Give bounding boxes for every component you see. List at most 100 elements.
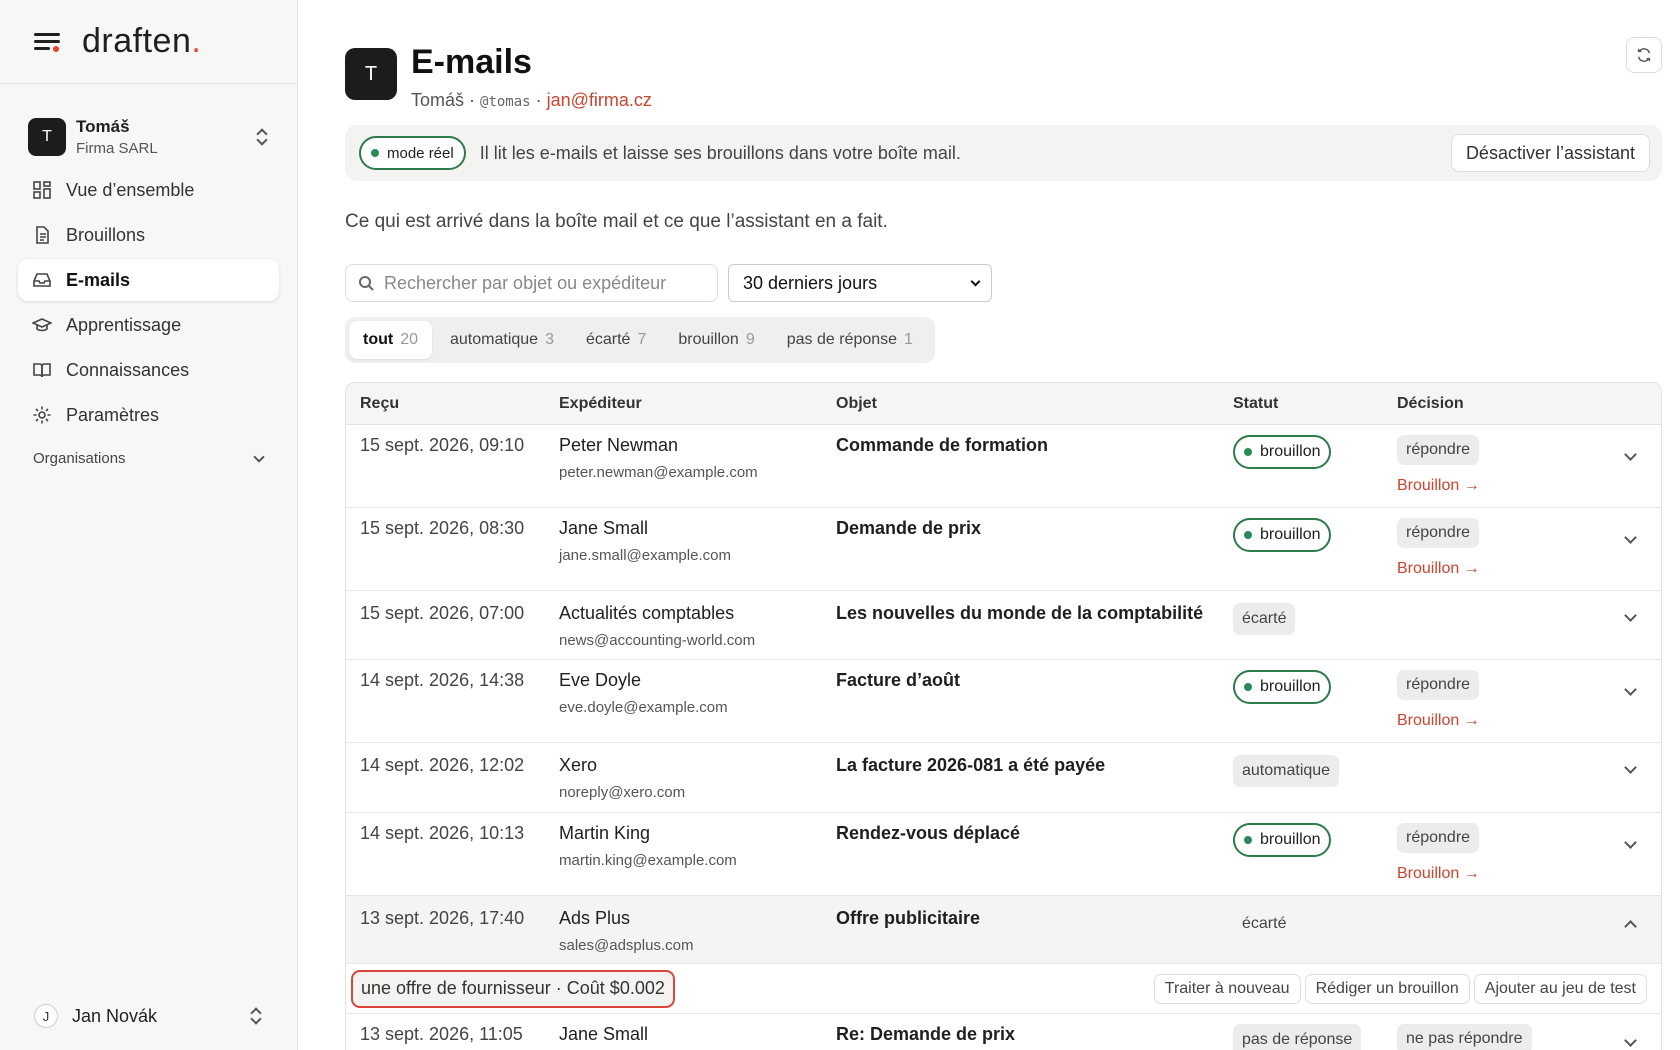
sidebar-item-emails[interactable]: E-mails	[18, 259, 279, 301]
received-date: 15 sept. 2026, 09:10	[360, 435, 525, 455]
org-company: Firma SARL	[76, 140, 158, 157]
table-row[interactable]: 13 sept. 2026, 11:05 Jane Small Re: Dema…	[346, 1014, 1661, 1050]
table-row[interactable]: 15 sept. 2026, 08:30 Jane Small jane.smal…	[346, 508, 1661, 591]
account-handle: @tomas	[480, 94, 531, 110]
period-value: 30 derniers jours	[743, 272, 878, 293]
status-badge: brouillon	[1233, 518, 1332, 552]
sidebar-item-drafts[interactable]: Brouillons	[18, 214, 279, 256]
sender-name: Jane Small	[559, 1024, 649, 1044]
account-avatar: T	[345, 48, 397, 100]
chevron-down-icon[interactable]	[1624, 836, 1637, 849]
tab-label: tout	[363, 331, 394, 348]
chevron-down-icon	[253, 450, 265, 463]
email-subject: Re: Demande de prix	[836, 1024, 1016, 1044]
status-label: brouillon	[1260, 678, 1321, 695]
draft-link[interactable]: Brouillon →	[1397, 560, 1587, 578]
received-date: 14 sept. 2026, 10:13	[360, 823, 525, 843]
sidebar: draften. T Tomáš Firma SARL Vue d’ensemb…	[0, 0, 298, 1050]
account-email[interactable]: jan@firma.cz	[547, 90, 652, 110]
sidebar-item-overview[interactable]: Vue d’ensemble	[18, 169, 279, 211]
tab-count: 3	[545, 331, 554, 348]
status-dot	[1244, 448, 1252, 456]
sidebar-item-label: Apprentissage	[66, 314, 182, 335]
reprocess-button[interactable]: Traiter à nouveau	[1153, 973, 1301, 1004]
sidebar-item-label: Brouillons	[66, 224, 146, 245]
sidebar-item-settings[interactable]: Paramètres	[18, 394, 279, 436]
status-label: brouillon	[1260, 526, 1321, 543]
email-subject: Les nouvelles du monde de la comptabilit…	[836, 603, 1204, 623]
tab-count: 9	[745, 331, 755, 348]
tab-no-reply[interactable]: pas de réponse 1	[773, 321, 927, 359]
email-subject: Demande de prix	[836, 518, 982, 538]
menu-icon[interactable]	[34, 31, 60, 53]
column-header-decision[interactable]: Décision	[1397, 395, 1587, 413]
column-header-received[interactable]: Reçu	[346, 395, 559, 413]
org-name: Tomáš	[76, 117, 130, 136]
table-row[interactable]: 15 sept. 2026, 09:10 Peter Newman peter.n…	[346, 425, 1661, 508]
table-row[interactable]: 14 sept. 2026, 14:38 Eve Doyle eve.doyle@…	[346, 660, 1661, 743]
inbox-icon	[32, 270, 52, 290]
tab-dismissed[interactable]: écarté 7	[572, 321, 660, 359]
table-row[interactable]: 15 sept. 2026, 07:00 Actualités comptabl…	[346, 591, 1661, 660]
user-switcher[interactable]: J Jan Novák	[34, 1004, 263, 1028]
tab-automatic[interactable]: automatique 3	[436, 321, 568, 359]
email-subject: La facture 2026-081 a été payée	[836, 755, 1106, 775]
chevron-down-icon[interactable]	[1624, 683, 1637, 696]
add-to-test-set-button[interactable]: Ajouter au jeu de test	[1473, 973, 1647, 1004]
table-row[interactable]: 13 sept. 2026, 17:40 Ads Plus sales@adspl…	[346, 896, 1661, 964]
sidebar-item-label: Connaissances	[66, 359, 190, 380]
organisations-section[interactable]: Organisations	[0, 450, 297, 467]
brand-bar: draften.	[0, 0, 297, 84]
sidebar-item-knowledge[interactable]: Connaissances	[18, 349, 279, 391]
column-header-status[interactable]: Statut	[1233, 395, 1397, 413]
graduation-cap-icon	[32, 315, 52, 335]
live-mode-badge: mode réel	[359, 136, 466, 170]
chevron-up-down-icon	[255, 127, 269, 147]
org-switcher[interactable]: T Tomáš Firma SARL	[0, 115, 297, 159]
status-tabs: tout 20 automatique 3 écarté 7 brouillon 9 p…	[345, 317, 935, 363]
period-select[interactable]: 30 derniers jours	[728, 264, 992, 302]
grid-icon	[32, 180, 52, 200]
sidebar-item-label: Vue d’ensemble	[66, 179, 195, 200]
sender-name: Peter Newman	[559, 435, 679, 455]
chevron-up-icon[interactable]	[1624, 920, 1637, 933]
sidebar-item-learning[interactable]: Apprentissage	[18, 304, 279, 346]
main-content: T E-mails Tomáš · @tomas · jan@firma.cz …	[298, 0, 1680, 1050]
row-detail: une offre de fournisseur · Coût $0.002 T…	[346, 964, 1661, 1014]
sender-name: Ads Plus	[559, 908, 631, 928]
disable-assistant-button[interactable]: Désactiver l’assistant	[1450, 134, 1650, 172]
page-header: T E-mails Tomáš · @tomas · jan@firma.cz	[345, 44, 652, 111]
table-row[interactable]: 14 sept. 2026, 10:13 Martin King martin.k…	[346, 813, 1661, 896]
sidebar-item-label: Paramètres	[66, 404, 160, 425]
search-placeholder: Rechercher par objet ou expéditeur	[384, 272, 667, 293]
chevron-up-down-icon	[249, 1006, 263, 1026]
chevron-down-icon[interactable]	[1624, 448, 1637, 461]
search-input[interactable]: Rechercher par objet ou expéditeur	[345, 264, 718, 302]
draft-link[interactable]: Brouillon →	[1397, 712, 1587, 730]
chevron-down-icon[interactable]	[1624, 531, 1637, 544]
column-header-sender[interactable]: Expéditeur	[559, 395, 836, 413]
draft-link[interactable]: Brouillon →	[1397, 477, 1587, 495]
table-row[interactable]: 14 sept. 2026, 12:02 Xero noreply@xero.co…	[346, 743, 1661, 813]
tab-all[interactable]: tout 20	[349, 321, 432, 359]
refresh-button[interactable]	[1626, 37, 1662, 73]
chevron-down-icon[interactable]	[1624, 761, 1637, 774]
status-dot	[371, 149, 379, 157]
table-header: Reçu Expéditeur Objet Statut Décision	[346, 383, 1661, 425]
meta-separator: ·	[530, 90, 547, 110]
banner-text: Il lit les e-mails et laisse ses brouill…	[479, 142, 961, 163]
status-badge: brouillon	[1233, 823, 1332, 857]
chevron-down-icon[interactable]	[1624, 1034, 1637, 1047]
column-header-subject[interactable]: Objet	[836, 395, 1233, 413]
app-logo[interactable]: draften.	[82, 22, 201, 61]
draft-link[interactable]: Brouillon →	[1397, 865, 1587, 883]
status-badge: écarté	[1233, 603, 1296, 635]
tab-count: 1	[904, 331, 913, 348]
sender-email: martin.king@example.com	[559, 852, 737, 869]
user-name: Jan Novák	[72, 1005, 158, 1026]
received-date: 14 sept. 2026, 14:38	[360, 670, 525, 690]
tab-label: brouillon	[678, 331, 739, 348]
chevron-down-icon[interactable]	[1624, 609, 1637, 622]
tab-draft[interactable]: brouillon 9	[664, 321, 768, 359]
write-draft-button[interactable]: Rédiger un brouillon	[1304, 973, 1470, 1004]
